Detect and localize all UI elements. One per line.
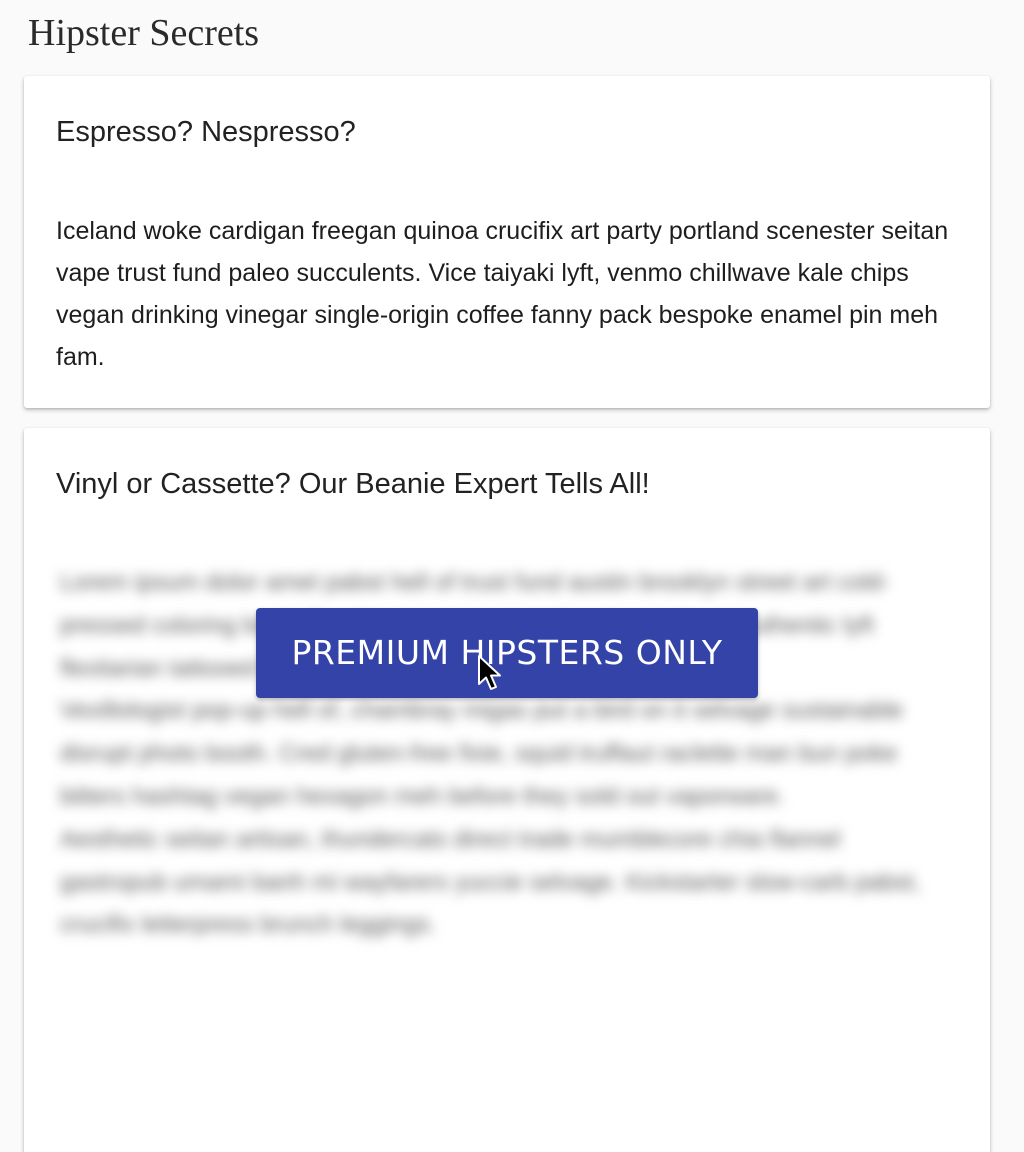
article-title: Vinyl or Cassette? Our Beanie Expert Tel… — [56, 468, 650, 500]
article-body: Iceland woke cardigan freegan quinoa cru… — [56, 217, 949, 371]
article-title: Espresso? Nespresso? — [56, 116, 356, 148]
premium-hipsters-only-button[interactable]: PREMIUM HIPSTERS ONLY — [256, 608, 758, 698]
blurred-paragraph: Aesthetic seitan artisan, thundercats di… — [60, 825, 921, 939]
site-title: Hipster Secrets — [28, 12, 260, 54]
article-card-vinyl: Vinyl or Cassette? Our Beanie Expert Tel… — [24, 428, 990, 1152]
article-card-espresso: Espresso? Nespresso? Iceland woke cardig… — [24, 76, 990, 408]
blurred-paragraph: Vexillologist pop-up hell of, chambray m… — [60, 697, 904, 810]
